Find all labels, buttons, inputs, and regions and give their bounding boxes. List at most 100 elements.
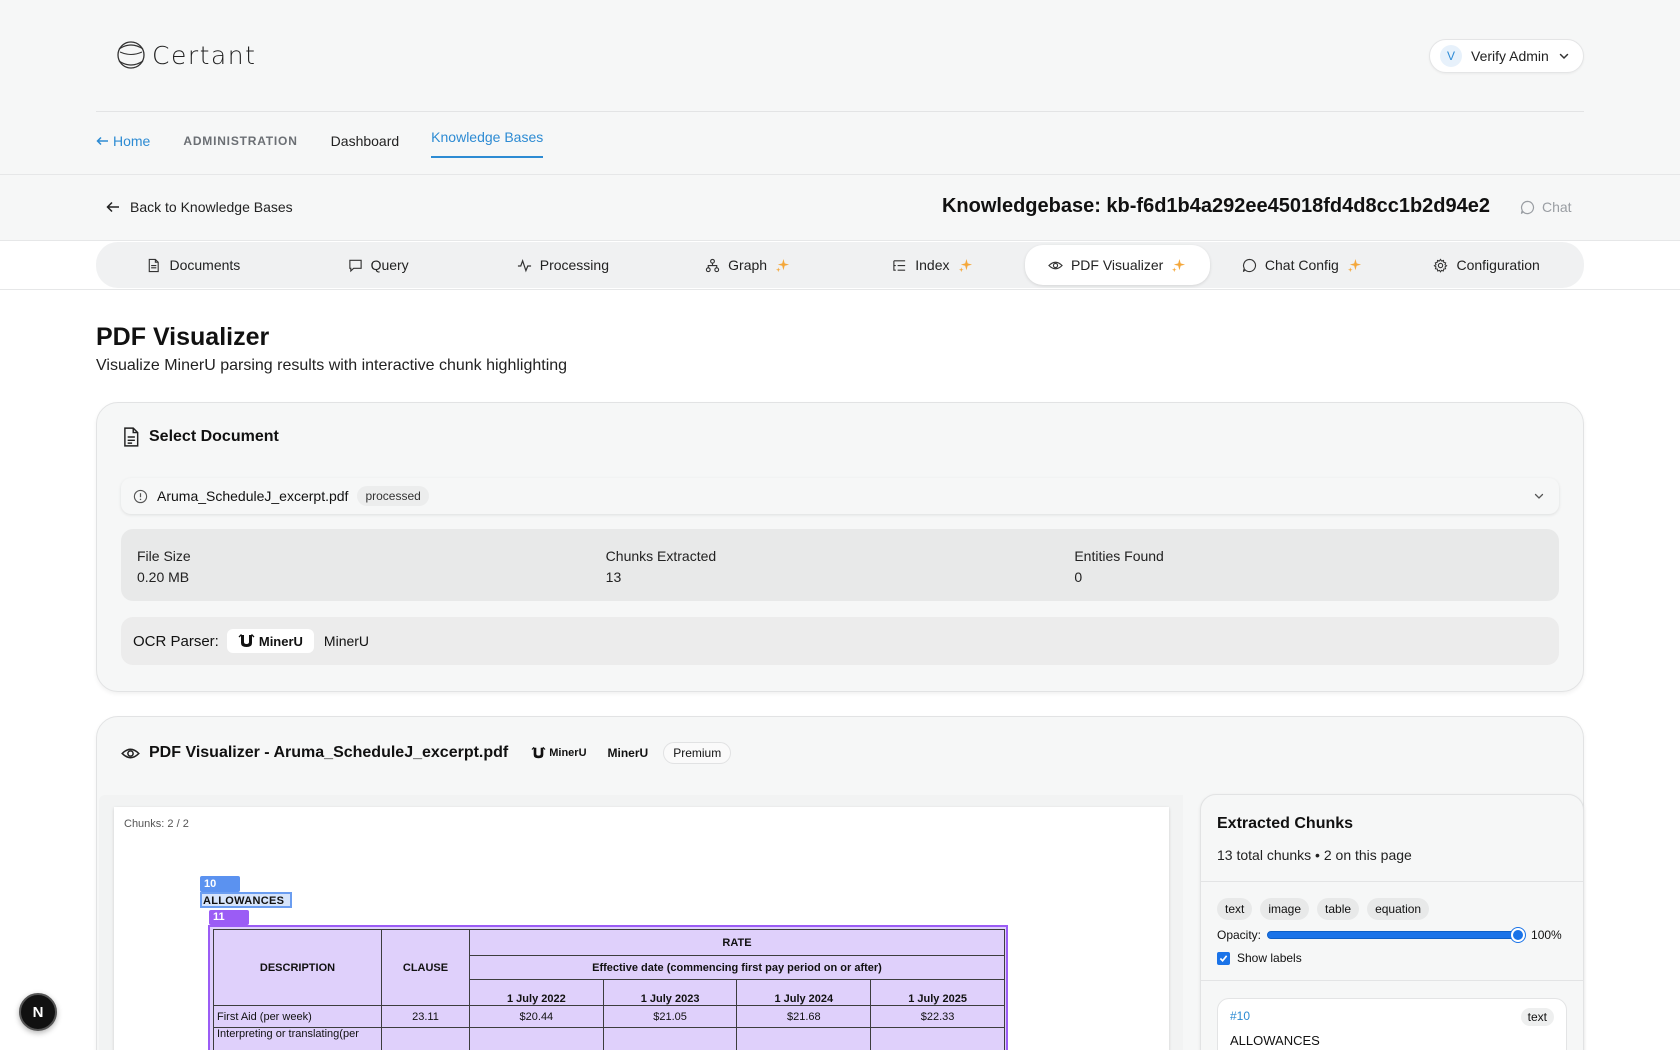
chat-button[interactable]: Chat — [1520, 199, 1572, 215]
logo-text: Certant — [152, 40, 257, 70]
stat-file-size: File Size 0.20 MB — [137, 529, 606, 601]
knowledgebase-bar: Back to Knowledge Bases Knowledgebase: k… — [0, 175, 1680, 241]
document-icon — [124, 427, 139, 447]
tab-documents[interactable]: Documents — [101, 245, 286, 285]
nav-home-link[interactable]: Home — [96, 133, 150, 149]
show-labels-checkbox[interactable] — [1217, 951, 1230, 965]
tab-chat-config[interactable]: Chat Config — [1210, 245, 1395, 285]
nav-dashboard-link[interactable]: Dashboard — [331, 133, 400, 149]
table-cell: 23.11 — [381, 1005, 470, 1028]
table-header-description: DESCRIPTION — [213, 929, 382, 1006]
nav-administration-label: ADMINISTRATION — [183, 134, 298, 148]
pdf-table: DESCRIPTION CLAUSE RATE Effective date (… — [213, 929, 1005, 1050]
knowledgebase-title: Knowledgebase: kb-f6d1b4a292ee45018fd4d8… — [941, 195, 1490, 217]
tab-pdf-visualizer[interactable]: PDF Visualizer — [1024, 245, 1210, 285]
chunk-label-11[interactable]: 11 — [209, 910, 249, 925]
table-cell: $22.33 — [870, 1005, 1005, 1028]
avatar: V — [1440, 45, 1462, 67]
pdf-page: Chunks: 2 / 2 10 ALLOWANCES 11 DESCRIPTI… — [114, 807, 1169, 1050]
tab-label: PDF Visualizer — [1070, 257, 1164, 273]
document-select[interactable]: Aruma_ScheduleJ_excerpt.pdf processed — [121, 478, 1559, 514]
parser-name: MinerU — [607, 746, 649, 760]
slider-track — [1267, 931, 1526, 939]
filter-table[interactable]: table — [1317, 898, 1360, 920]
chunk-type-badge: text — [1520, 1008, 1554, 1026]
nextjs-dev-indicator-button[interactable]: N — [19, 993, 57, 1031]
nav-knowledge-bases-link[interactable]: Knowledge Bases — [431, 126, 544, 158]
stat-label: Chunks Extracted — [605, 548, 717, 564]
extracted-chunks-summary: 13 total chunks • 2 on this page — [1217, 847, 1412, 863]
stat-label: Entities Found — [1074, 548, 1164, 564]
tab-label: Index — [915, 257, 950, 273]
ocr-parser-value: MinerU — [323, 633, 370, 649]
user-name: Verify Admin — [1471, 48, 1549, 64]
arrow-left-icon — [106, 201, 119, 213]
sparkles-icon — [776, 258, 790, 272]
chat-label: Chat — [1542, 199, 1572, 215]
table-cell: $21.05 — [602, 1005, 738, 1028]
pdf-visualizer-header: PDF Visualizer - Aruma_ScheduleJ_excerpt… — [121, 742, 732, 764]
certant-logo-icon — [117, 41, 145, 69]
tab-label: Chat Config — [1264, 257, 1339, 273]
tab-graph[interactable]: Graph — [655, 245, 840, 285]
select-document-title: Select Document — [149, 428, 279, 445]
chunk-label-10[interactable]: 10 — [200, 876, 240, 892]
message-circle-icon — [1242, 258, 1256, 272]
pdf-visualizer-card: PDF Visualizer - Aruma_ScheduleJ_excerpt… — [96, 716, 1584, 1050]
table-header-clause: CLAUSE — [381, 929, 470, 1006]
chunk-list-item[interactable]: #10 text ALLOWANCES — [1217, 998, 1567, 1050]
stat-entities-found: Entities Found 0 — [1074, 529, 1543, 601]
header-divider — [96, 111, 1584, 112]
filter-text[interactable]: text — [1217, 898, 1253, 920]
opacity-slider[interactable] — [1267, 928, 1526, 942]
tab-label: Graph — [728, 257, 768, 273]
chunk-text: ALLOWANCES — [1230, 1033, 1320, 1048]
pdf-viewer[interactable]: Chunks: 2 / 2 10 ALLOWANCES 11 DESCRIPTI… — [99, 795, 1183, 1050]
table-header-date: 1 July 2022 — [469, 979, 604, 1006]
table-cell — [469, 1027, 604, 1050]
chevron-down-icon — [1534, 493, 1544, 499]
filter-equation[interactable]: equation — [1367, 898, 1430, 920]
chunk-highlight-10[interactable]: ALLOWANCES — [200, 892, 292, 908]
chunks-counter: Chunks: 2 / 2 — [124, 818, 189, 830]
status-badge: processed — [357, 486, 429, 506]
tab-label: Documents — [169, 257, 241, 273]
divider — [1201, 881, 1583, 882]
table-header-date: 1 July 2025 — [870, 979, 1005, 1006]
table-cell — [736, 1027, 872, 1050]
stat-value: 0 — [1074, 569, 1083, 585]
user-menu-button[interactable]: V Verify Admin — [1429, 39, 1584, 73]
mineru-logo: MinerU — [226, 629, 314, 653]
top-header: Certant V Verify Admin Home ADMINISTRATI… — [0, 0, 1680, 175]
opacity-value: 100% — [1531, 928, 1562, 942]
slider-thumb[interactable] — [1511, 928, 1526, 942]
filter-image[interactable]: image — [1260, 898, 1310, 920]
table-cell — [602, 1027, 738, 1050]
page-title: PDF Visualizer — [96, 323, 270, 351]
gear-icon — [1433, 258, 1448, 273]
table-header-effective-date: Effective date (commencing first pay per… — [469, 955, 1005, 980]
tab-processing[interactable]: Processing — [471, 245, 656, 285]
tab-index[interactable]: Index — [840, 245, 1025, 285]
show-labels-label: Show labels — [1237, 951, 1302, 965]
message-icon — [348, 259, 362, 272]
table-cell — [381, 1027, 470, 1050]
back-to-knowledge-bases-button[interactable]: Back to Knowledge Bases — [106, 199, 293, 215]
tab-query[interactable]: Query — [286, 245, 471, 285]
mineru-logo-text: MinerU — [549, 747, 587, 759]
pdf-visualizer-title: PDF Visualizer - Aruma_ScheduleJ_excerpt… — [149, 744, 509, 761]
stat-value: 0.20 MB — [137, 569, 190, 585]
table-cell — [870, 1027, 1005, 1050]
tab-label: Processing — [539, 257, 609, 273]
mineru-logo-icon — [238, 634, 255, 647]
select-document-card: Select Document Aruma_ScheduleJ_excerpt.… — [96, 402, 1584, 692]
tab-configuration[interactable]: Configuration — [1394, 245, 1579, 285]
nav-home-label: Home — [113, 133, 151, 149]
chunk-highlight-11[interactable]: DESCRIPTION CLAUSE RATE Effective date (… — [208, 925, 1008, 1050]
certant-logo[interactable]: Certant — [116, 37, 256, 73]
extracted-chunks-title: Extracted Chunks — [1217, 815, 1354, 832]
document-stats: File Size 0.20 MB Chunks Extracted 13 En… — [121, 529, 1559, 601]
list-tree-icon — [893, 259, 906, 271]
network-icon — [706, 258, 720, 272]
mineru-logo-text: MinerU — [258, 633, 303, 649]
